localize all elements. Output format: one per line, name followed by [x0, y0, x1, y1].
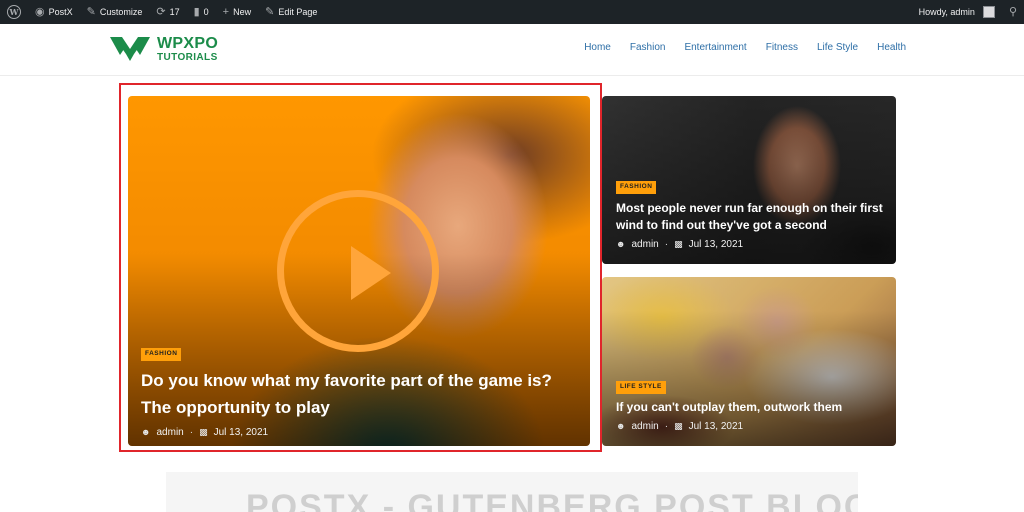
refresh-icon: ⟳ [156, 5, 166, 18]
main-nav: Home Fashion Entertainment Fitness Life … [584, 42, 906, 53]
wpxpo-logo-icon [110, 37, 150, 61]
post-author[interactable]: admin [631, 239, 658, 250]
nav-item-entertainment[interactable]: Entertainment [684, 42, 746, 53]
site-logo[interactable]: WPXPO TUTORIALS [108, 35, 218, 63]
account-menu[interactable]: Howdy, admin [912, 0, 1002, 24]
customize-link[interactable]: ✎ Customize [80, 0, 150, 24]
calendar-icon: ▩ [674, 238, 683, 249]
post-title[interactable]: If you can't outplay them, outwork them [616, 399, 886, 416]
logo-subtitle: TUTORIALS [157, 51, 218, 63]
pencil-icon: ✎ [265, 5, 275, 18]
comments-link[interactable]: ▮ 0 [187, 0, 216, 24]
site-name-label: PostX [48, 7, 73, 17]
nav-item-home[interactable]: Home [584, 42, 611, 53]
post-date: Jul 13, 2021 [688, 420, 744, 432]
user-icon: ☻ [616, 239, 626, 249]
nav-item-fitness[interactable]: Fitness [766, 42, 798, 53]
highlight-box [119, 83, 602, 452]
wp-logo-button[interactable]: W [0, 0, 28, 24]
edit-page-link[interactable]: ✎ Edit Page [258, 0, 324, 24]
nav-item-health[interactable]: Health [877, 42, 906, 53]
customize-label: Customize [99, 7, 143, 17]
category-badge[interactable]: FASHION [616, 181, 657, 194]
plus-icon: + [222, 5, 230, 18]
comments-count: 0 [203, 7, 209, 17]
post-title[interactable]: Most people never run far enough on thei… [616, 200, 886, 234]
updates-count: 17 [169, 7, 180, 17]
user-icon: ☻ [616, 421, 626, 431]
brush-icon: ✎ [86, 5, 96, 18]
logo-title: WPXPO [157, 34, 219, 52]
promo-banner: POSTX - GUTENBERG POST BLOCKS [166, 472, 858, 512]
nav-item-fashion[interactable]: Fashion [630, 42, 666, 53]
admin-bar: W ◉ PostX ✎ Customize ⟳ 17 ▮ 0 + New ✎ E… [0, 0, 1024, 24]
post-author[interactable]: admin [631, 421, 658, 432]
banner-text: POSTX - GUTENBERG POST BLOCKS [246, 488, 858, 512]
site-header: WPXPO TUTORIALS Home Fashion Entertainme… [0, 24, 1024, 76]
updates-link[interactable]: ⟳ 17 [149, 0, 186, 24]
new-label: New [233, 7, 252, 17]
category-badge[interactable]: LIFE STYLE [616, 381, 666, 394]
post-date: Jul 13, 2021 [688, 238, 744, 250]
nav-item-life-style[interactable]: Life Style [817, 42, 858, 53]
avatar [982, 6, 995, 18]
new-content-link[interactable]: + New [216, 0, 258, 24]
dashboard-icon: ◉ [35, 5, 45, 18]
edit-page-label: Edit Page [278, 7, 318, 17]
wordpress-icon: W [7, 5, 21, 19]
howdy-label: Howdy, admin [918, 7, 975, 17]
comment-icon: ▮ [193, 5, 200, 18]
site-name-link[interactable]: ◉ PostX [28, 0, 80, 24]
calendar-icon: ▩ [674, 420, 683, 431]
search-icon: ⚲ [1008, 5, 1017, 18]
admin-search-button[interactable]: ⚲ [1002, 0, 1024, 24]
